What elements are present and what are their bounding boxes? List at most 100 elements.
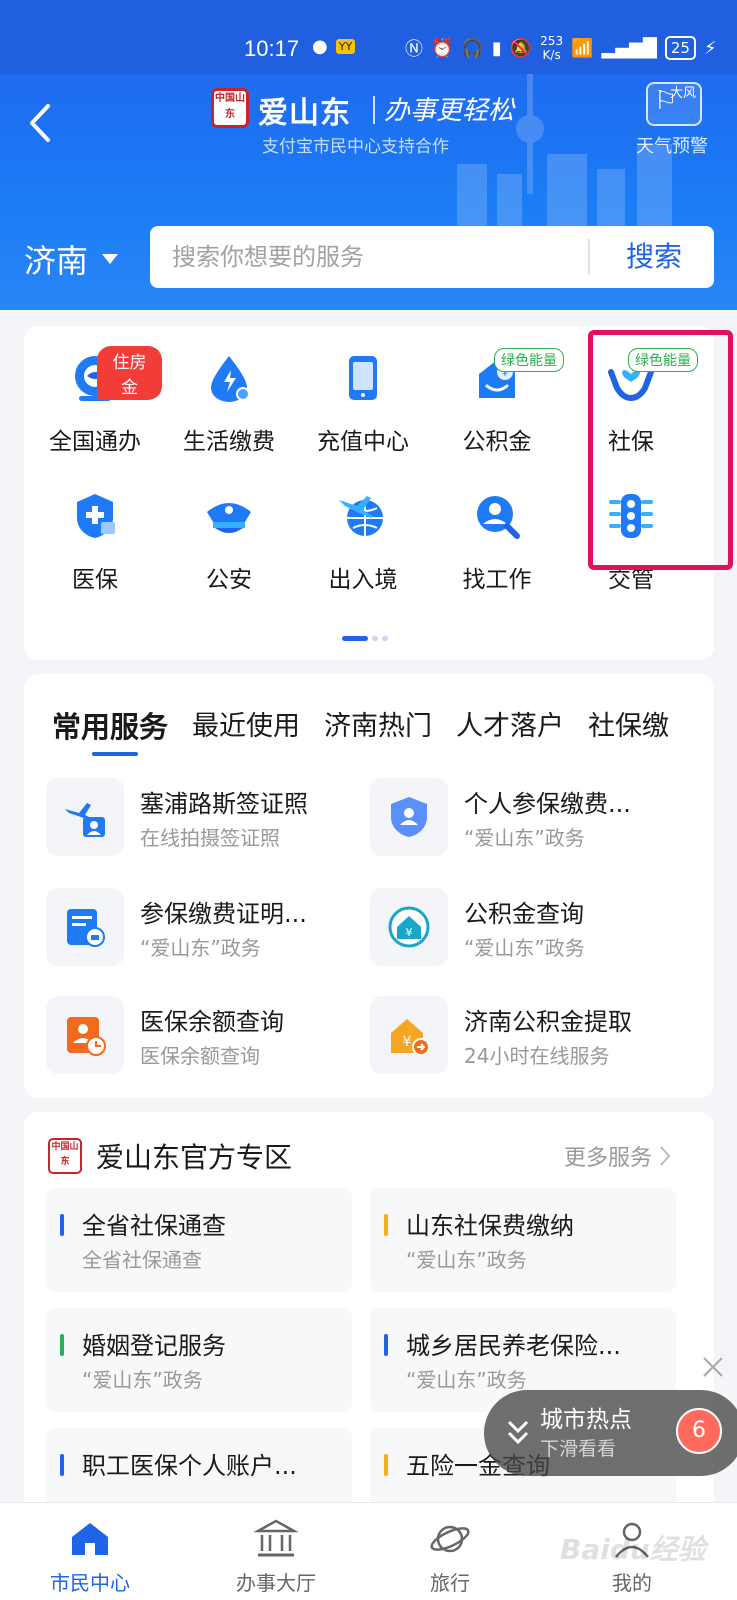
status-app-icons: ● YY <box>312 36 356 57</box>
nav-label: 市民中心 <box>50 1571 130 1595</box>
official-tile[interactable]: 山东社保费缴纳 “爱山东”政务 <box>370 1188 676 1292</box>
nfc-icon: Ⓝ <box>405 39 423 60</box>
tile-title: 城乡居民养老保险... <box>406 1332 621 1360</box>
service-icon-box <box>370 778 448 856</box>
svg-text:¥: ¥ <box>403 1034 412 1050</box>
nav-travel[interactable]: 旅行 <box>390 1503 510 1600</box>
search-button[interactable]: 搜索 <box>594 226 714 288</box>
official-tile[interactable]: 婚姻登记服务 “爱山东”政务 <box>46 1308 352 1412</box>
weather-warning-icon[interactable]: ⚐ 大风 <box>646 82 702 126</box>
service-item-insurance-certificate[interactable]: 参保缴费证明... “爱山东”政务 <box>46 888 366 968</box>
tile-title: 职工医保个人账户... <box>82 1452 297 1480</box>
status-system-icons: Ⓝ ⏰ 🎧 ▮ 🔕 253 K/s 📶 ▂▄▆█ 25 ⚡ <box>405 34 717 62</box>
search-divider <box>588 239 590 275</box>
service-title: 公积金查询 <box>464 900 584 928</box>
service-icon-box <box>46 888 124 966</box>
tile-accent-bar <box>60 1454 64 1476</box>
nav-citizen-center[interactable]: 市民中心 <box>30 1503 150 1600</box>
city-selector[interactable]: 济南 <box>24 236 119 282</box>
vibrate-icon: ▮ <box>491 37 502 59</box>
back-button[interactable] <box>22 98 62 148</box>
grid-label: 生活缴费 <box>183 429 275 455</box>
logo-seal-icon: 中国山东 <box>211 88 249 128</box>
nav-service-hall[interactable]: 办事大厅 <box>216 1503 336 1600</box>
tile-subtitle: “爱山东”政务 <box>406 1368 527 1392</box>
page-indicator <box>342 636 388 641</box>
battery-indicator: 25 <box>664 36 696 60</box>
brand-divider <box>373 96 375 124</box>
service-subtitle: “爱山东”政务 <box>464 826 585 850</box>
grid-item-fund[interactable]: ¥ 绿色能量 公积金 <box>430 330 564 460</box>
speed-unit: K/s <box>542 48 561 62</box>
page-dot <box>382 636 388 641</box>
grid-item-recharge[interactable]: 充值中心 <box>296 330 430 460</box>
tab-recent[interactable]: 最近使用 <box>192 704 300 746</box>
page-dot-active <box>342 636 368 641</box>
plane-id-icon <box>65 803 105 837</box>
tab-social-pay[interactable]: 社保缴 <box>588 704 669 746</box>
hotspot-subtitle: 下滑看看 <box>540 1438 617 1460</box>
grid-item-police[interactable]: 公安 <box>162 468 296 598</box>
nav-label: 办事大厅 <box>236 1571 316 1595</box>
status-time: 10:17 <box>244 36 300 61</box>
nav-label: 旅行 <box>430 1571 470 1595</box>
grid-item-medical[interactable]: 医保 <box>28 468 162 598</box>
grid-item-job[interactable]: 找工作 <box>430 468 564 598</box>
hotspot-count-badge: 6 <box>676 1408 722 1454</box>
tile-subtitle: “爱山东”政务 <box>406 1248 527 1272</box>
service-icon-box: ¥ <box>370 996 448 1074</box>
app-header: 中国山东 爱山东 办事更轻松 支付宝市民中心支持合作 ⚐ 大风 天气预警 济南 … <box>0 74 737 310</box>
grid-item-exit-entry[interactable]: 出入境 <box>296 468 430 598</box>
grid-item-utility[interactable]: 生活缴费 <box>162 330 296 460</box>
tab-jinan-hot[interactable]: 济南热门 <box>324 704 432 746</box>
search-input[interactable] <box>172 226 572 288</box>
service-title: 参保缴费证明... <box>140 900 307 928</box>
tile-accent-bar <box>384 1454 388 1476</box>
more-services-label: 更多服务 <box>564 1146 653 1171</box>
service-icon-box: ¥ <box>370 888 448 966</box>
service-subtitle: “爱山东”政务 <box>464 936 585 960</box>
service-title: 医保余额查询 <box>140 1008 284 1036</box>
wifi-icon: 📶 <box>571 37 594 59</box>
official-zone-title: 爱山东官方专区 <box>96 1141 293 1174</box>
grid-label: 公积金 <box>462 429 532 455</box>
brand-name: 爱山东 <box>258 96 351 131</box>
network-speed: 253 K/s <box>540 34 563 62</box>
service-subtitle: 医保余额查询 <box>140 1044 260 1068</box>
tile-title: 婚姻登记服务 <box>82 1332 226 1360</box>
service-item-visa-photo[interactable]: 塞浦路斯签证照 在线拍摄签证照 <box>46 778 366 858</box>
service-subtitle: 24小时在线服务 <box>464 1044 610 1068</box>
tab-talent[interactable]: 人才落户 <box>456 704 564 746</box>
hall-building-icon <box>254 1519 298 1557</box>
official-seal-icon: 中国山东 <box>48 1138 82 1174</box>
tile-subtitle: 全省社保通查 <box>82 1248 202 1272</box>
weather-icon-text: 大风 <box>669 86 696 101</box>
city-hotspot-button[interactable]: 城市热点 下滑看看 6 <box>484 1390 737 1476</box>
official-tile[interactable]: 全省社保通查 全省社保通查 <box>46 1188 352 1292</box>
grid-item-national[interactable]: 住房金 全国通办 <box>28 330 162 460</box>
service-item-fund-withdraw[interactable]: ¥ 济南公积金提取 24小时在线服务 <box>370 996 690 1076</box>
service-title: 个人参保缴费... <box>464 790 631 818</box>
chevron-right-icon <box>660 1146 671 1166</box>
person-search-icon <box>477 496 520 539</box>
house-withdraw-icon: ¥ <box>391 1019 430 1056</box>
tab-common[interactable]: 常用服务 <box>52 704 168 756</box>
charging-icon: ⚡ <box>703 37 717 59</box>
close-icon[interactable] <box>700 1354 726 1380</box>
search-bar: 搜索 <box>150 226 714 288</box>
service-item-fund-query[interactable]: ¥ 公积金查询 “爱山东”政务 <box>370 888 690 968</box>
home-icon <box>72 1523 108 1555</box>
service-item-personal-insurance[interactable]: 个人参保缴费... “爱山东”政务 <box>370 778 690 858</box>
service-icon-box <box>46 778 124 856</box>
weather-warning-label[interactable]: 天气预警 <box>636 132 708 158</box>
service-subtitle: “爱山东”政务 <box>140 936 261 960</box>
grid-label: 公安 <box>206 567 252 593</box>
tile-accent-bar <box>60 1214 64 1236</box>
more-services-link[interactable]: 更多服务 <box>564 1140 672 1172</box>
nav-label: 我的 <box>612 1571 652 1595</box>
signal-icon: ▂▄▆█ <box>601 37 657 59</box>
phone-icon <box>349 356 377 400</box>
water-drop-icon <box>211 356 250 402</box>
service-item-medical-balance[interactable]: 医保余额查询 医保余额查询 <box>46 996 366 1076</box>
brand-slogan: 办事更轻松 <box>384 96 515 126</box>
